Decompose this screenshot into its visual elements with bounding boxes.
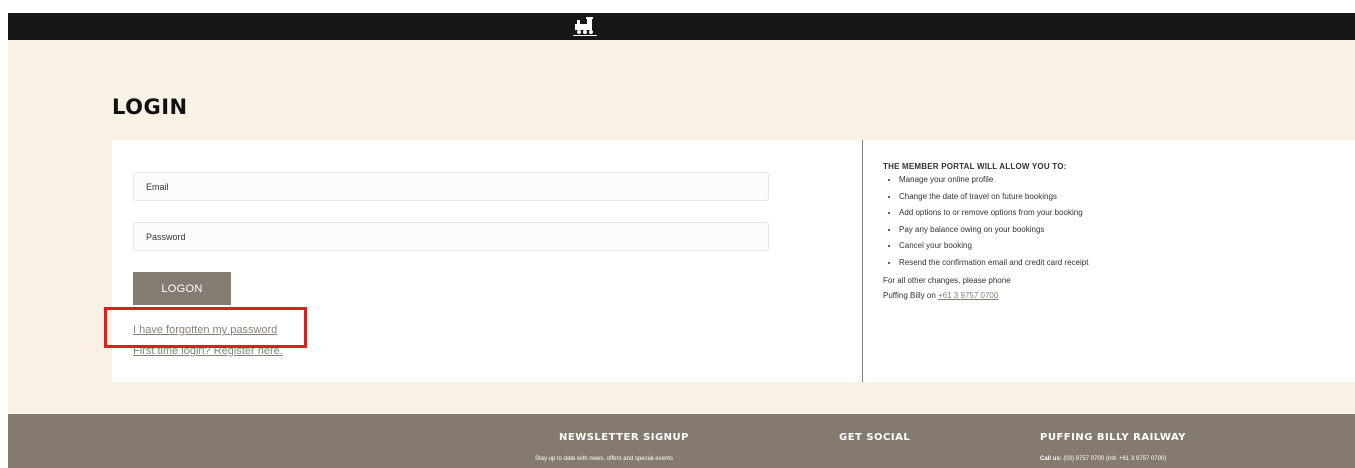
member-portal-info: THE MEMBER PORTAL WILL ALLOW YOU TO: Man…: [883, 159, 1343, 303]
footer: NEWSLETTER SIGNUP Stay up to date with n…: [8, 414, 1355, 468]
phone-intro: For all other changes, please phone: [883, 276, 1011, 285]
email-field[interactable]: [133, 172, 769, 201]
train-logo-icon[interactable]: [572, 15, 598, 37]
call-number[interactable]: (03) 9757 0700 (Intl. +61 3 9757 0700): [1063, 456, 1166, 462]
list-item: Change the date of travel on future book…: [899, 191, 1343, 202]
info-heading: THE MEMBER PORTAL WILL ALLOW YOU TO:: [883, 162, 1067, 171]
newsletter-title: NEWSLETTER SIGNUP: [559, 432, 689, 443]
list-item: Manage your online profile: [899, 174, 1343, 185]
logon-button[interactable]: LOGON: [133, 272, 231, 305]
call-label: Call us:: [1040, 456, 1062, 462]
railway-title: PUFFING BILLY RAILWAY: [1040, 432, 1187, 443]
password-field[interactable]: [133, 222, 769, 251]
phone-line: Puffing Billy on +61 3 9757 0700: [883, 288, 1343, 303]
list-item: Pay any balance owing on your bookings: [899, 224, 1343, 235]
card-divider: [862, 140, 863, 382]
main-content: LOGIN LOGON I have forgotten my password…: [8, 40, 1355, 414]
list-item: Cancel your booking: [899, 240, 1343, 251]
phone-link[interactable]: +61 3 9757 0700: [938, 291, 998, 300]
list-item: Resend the confirmation email and credit…: [899, 257, 1343, 268]
call-info: Call us: (03) 9757 0700 (Intl. +61 3 975…: [1040, 456, 1166, 462]
feature-list: Manage your online profile Change the da…: [883, 174, 1343, 268]
highlight-box: [104, 307, 307, 348]
list-item: Add options to or remove options from yo…: [899, 207, 1343, 218]
social-title: GET SOCIAL: [839, 432, 911, 443]
page-title: LOGIN: [112, 95, 188, 119]
top-bar: [8, 13, 1355, 40]
newsletter-text: Stay up to date with news, offers and sp…: [535, 456, 673, 462]
phone-prefix: Puffing Billy on: [883, 291, 936, 300]
